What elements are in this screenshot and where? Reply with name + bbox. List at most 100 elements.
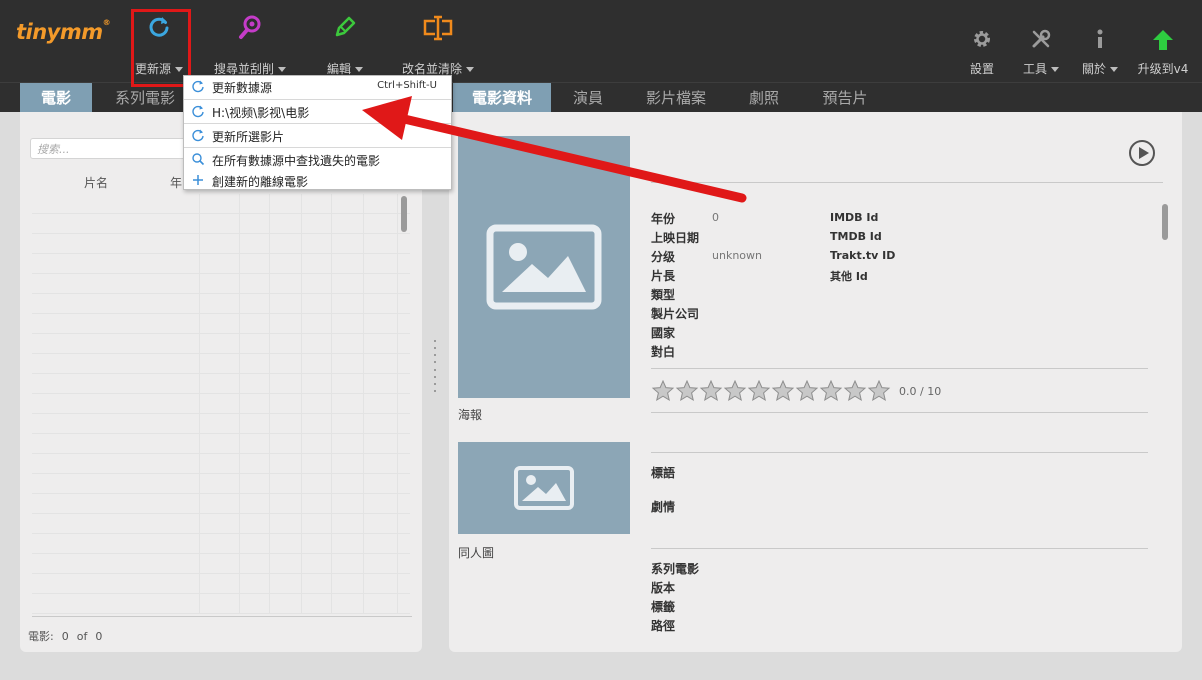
menu-item-find-missing[interactable]: 在所有數據源中查找遺失的電影 [184, 149, 451, 171]
column-header-year[interactable]: 年 [170, 174, 182, 191]
table-row[interactable] [32, 394, 410, 414]
play-trailer-icon[interactable] [1129, 140, 1155, 166]
divider [651, 452, 1148, 453]
table-cell [270, 394, 302, 414]
movie-details-panel: 海報 同人圖 年份 0 上映日期 分级 unknown 片長 類型 製片公司 國… [449, 112, 1182, 652]
table-cell [364, 434, 398, 454]
table-row[interactable] [32, 274, 410, 294]
edit-button[interactable]: 編輯 [310, 0, 380, 82]
star-icon [795, 380, 819, 402]
poster-caption: 海報 [458, 408, 483, 422]
table-cell [200, 394, 240, 414]
table-cell [200, 474, 240, 494]
tools-button[interactable]: 工具 [1016, 0, 1066, 82]
table-row[interactable] [32, 194, 410, 214]
table-cell [32, 374, 200, 394]
update-source-dropdown: 更新數據源 Ctrl+Shift-U H:\视频\影视\电影 更新所選影片 在所… [183, 75, 452, 190]
table-cell [364, 294, 398, 314]
table-cell [302, 354, 332, 374]
table-cell [32, 354, 200, 374]
table-cell [332, 414, 364, 434]
menu-item-create-offline[interactable]: 創建新的離線電影 [184, 170, 451, 192]
table-cell [302, 214, 332, 234]
search-scrape-button[interactable]: 搜尋並刮削 [205, 0, 295, 82]
table-cell [200, 294, 240, 314]
rename-clean-label: 改名並清除 [401, 62, 462, 76]
table-row[interactable] [32, 294, 410, 314]
table-cell [364, 554, 398, 574]
table-cell [364, 214, 398, 234]
tab-cast[interactable]: 演員 [560, 83, 616, 113]
search-input[interactable]: 搜索... [30, 138, 190, 159]
table-row[interactable] [32, 214, 410, 234]
upgrade-button[interactable]: 升级到v4 [1134, 0, 1192, 82]
table-cell [32, 234, 200, 254]
table-row[interactable] [32, 594, 410, 614]
table-row[interactable] [32, 374, 410, 394]
table-cell [200, 574, 240, 594]
star-icon [675, 380, 699, 402]
table-row[interactable] [32, 534, 410, 554]
about-label: 關於 [1081, 62, 1106, 76]
table-cell [332, 254, 364, 274]
table-cell [240, 574, 270, 594]
table-cell [32, 414, 200, 434]
movie-count: 電影: 0 of 0 [28, 628, 110, 644]
table-row[interactable] [32, 514, 410, 534]
table-cell [32, 254, 200, 274]
table-row[interactable] [32, 254, 410, 274]
menu-separator [184, 123, 451, 124]
tab-artwork[interactable]: 劇照 [736, 83, 792, 113]
tab-movie-info[interactable]: 電影資料 [453, 83, 551, 121]
rename-clean-button[interactable]: 改名並清除 [392, 0, 484, 82]
tab-media-files[interactable]: 影片檔案 [636, 83, 716, 113]
table-row[interactable] [32, 314, 410, 334]
menu-item-update-selected[interactable]: 更新所選影片 [184, 125, 451, 147]
menu-item-update-sources[interactable]: 更新數據源 Ctrl+Shift-U [184, 76, 451, 98]
table-cell [32, 294, 200, 314]
details-scrollbar[interactable] [1162, 204, 1168, 240]
genre-label: 類型 [651, 288, 676, 302]
table-cell [32, 454, 200, 474]
settings-button[interactable]: 設置 [962, 0, 1002, 82]
table-cell [302, 494, 332, 514]
table-cell [32, 334, 200, 354]
fanart-image[interactable] [458, 442, 630, 534]
table-cell [332, 574, 364, 594]
path-label: 路徑 [651, 619, 676, 633]
table-cell [270, 354, 302, 374]
list-scrollbar[interactable] [401, 196, 407, 232]
poster-image[interactable] [458, 136, 630, 398]
tab-trailers[interactable]: 預告片 [812, 83, 878, 113]
table-cell [32, 194, 200, 214]
table-row[interactable] [32, 334, 410, 354]
star-icon [819, 380, 843, 402]
table-row[interactable] [32, 434, 410, 454]
about-button[interactable]: 關於 [1076, 0, 1124, 82]
tab-movies[interactable]: 電影 [20, 83, 92, 121]
splitter-handle[interactable] [431, 340, 439, 392]
tab-series-movies[interactable]: 系列電影 [100, 83, 190, 113]
table-row[interactable] [32, 474, 410, 494]
refresh-icon [191, 104, 207, 120]
table-row[interactable] [32, 234, 410, 254]
table-row[interactable] [32, 554, 410, 574]
table-cell [240, 274, 270, 294]
image-placeholder-icon [514, 466, 574, 510]
table-row[interactable] [32, 354, 410, 374]
table-row[interactable] [32, 574, 410, 594]
column-header-title[interactable]: 片名 [84, 174, 108, 191]
table-row[interactable] [32, 494, 410, 514]
table-cell [32, 314, 200, 334]
table-row[interactable] [32, 414, 410, 434]
movie-table[interactable] [32, 194, 410, 614]
table-cell [332, 474, 364, 494]
table-cell [240, 354, 270, 374]
table-cell [200, 234, 240, 254]
wrench-icon [1016, 28, 1066, 60]
menu-item-datasource-path[interactable]: H:\视频\影视\电影 [184, 101, 451, 123]
movie-list-panel: 搜索... 片名 年 電影: 0 of 0 [20, 112, 422, 652]
shortcut-hint: Ctrl+Shift-U [377, 80, 437, 91]
table-row[interactable] [32, 454, 410, 474]
refresh-icon [191, 128, 207, 144]
